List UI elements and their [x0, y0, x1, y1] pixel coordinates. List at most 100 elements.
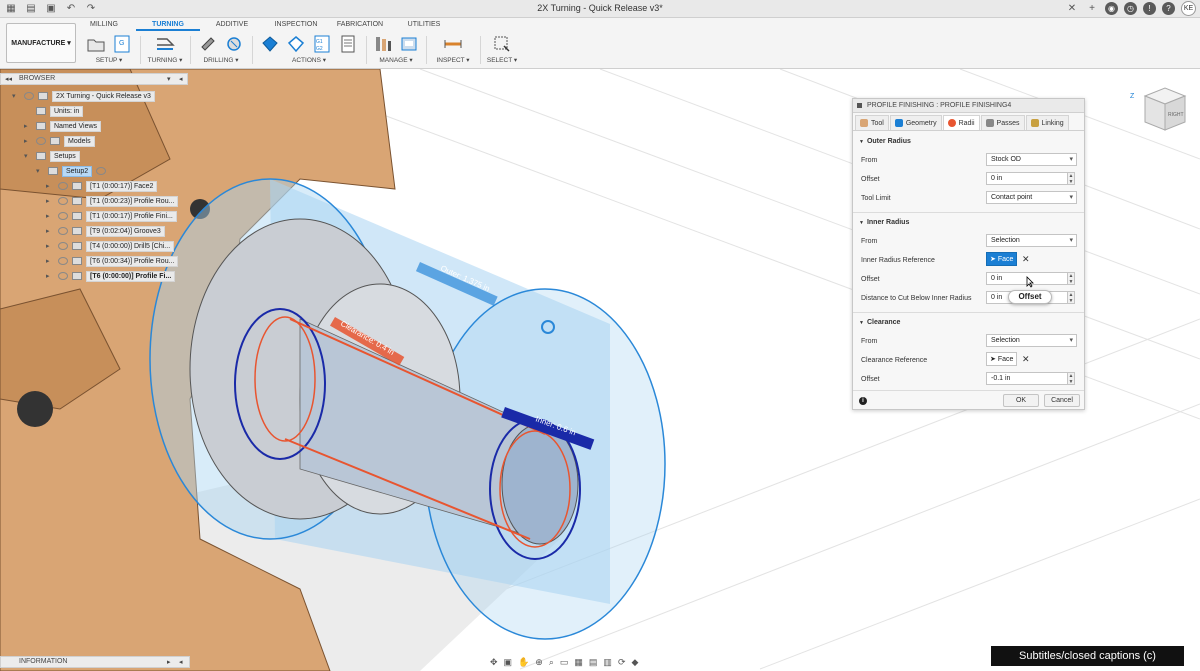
- tree-operation-label[interactable]: [T4 (0:00:00)] Drill5 [Chi...: [86, 240, 175, 252]
- shaft-end[interactable]: [501, 423, 579, 545]
- folder-icon[interactable]: [86, 34, 106, 54]
- effects-icon[interactable]: ◆: [631, 657, 638, 668]
- viewports-icon[interactable]: ▤: [589, 657, 598, 668]
- browser-pin-icon[interactable]: ▾: [167, 75, 171, 83]
- turning-group-label[interactable]: TURNING ▾: [144, 56, 186, 64]
- tree-models[interactable]: ▸ Models: [24, 135, 95, 147]
- tree-operation[interactable]: ▸ [T6 (0:00:00)] Profile Fi...: [46, 270, 176, 282]
- nc-program-icon[interactable]: G: [112, 34, 132, 54]
- tree-units-label[interactable]: Units: in: [50, 105, 84, 117]
- visibility-eye-icon[interactable]: [36, 137, 46, 145]
- new-tab-icon[interactable]: +: [1085, 2, 1099, 16]
- dialog-tab-radii[interactable]: Radii: [942, 115, 980, 130]
- expand-arrow-icon[interactable]: ▾: [36, 167, 44, 175]
- tree-setup2[interactable]: ▾ Setup2: [36, 165, 107, 177]
- actions-group-label[interactable]: ACTIONS ▾: [256, 56, 362, 64]
- tree-named-views-label[interactable]: Named Views: [50, 120, 102, 132]
- setup-group-label[interactable]: SETUP ▾: [82, 56, 136, 64]
- manage-group-label[interactable]: MANAGE ▾: [370, 56, 422, 64]
- expand-arrow-icon[interactable]: ▸: [46, 212, 54, 220]
- clear-selection-icon[interactable]: ✕: [1022, 354, 1030, 365]
- dialog-tab-geometry[interactable]: Geometry: [889, 115, 942, 130]
- orbit-icon[interactable]: ✥: [490, 657, 498, 668]
- tree-operation-label[interactable]: [T1 (0:00:17)] Face2: [86, 180, 158, 192]
- visibility-eye-icon[interactable]: [24, 92, 34, 100]
- tab-additive[interactable]: ADDITIVE: [200, 19, 264, 31]
- tree-operation-label[interactable]: [T6 (0:00:00)] Profile Fi...: [86, 270, 176, 282]
- clearance-offset-stepper[interactable]: ▲ ▼: [1067, 372, 1075, 385]
- visibility-eye-icon[interactable]: [58, 227, 68, 235]
- tab-turning[interactable]: TURNING: [136, 19, 200, 31]
- post-process-icon[interactable]: G1 G2: [312, 34, 332, 54]
- info-icon[interactable]: i: [859, 397, 867, 405]
- refresh-icon[interactable]: ⟳: [618, 657, 626, 668]
- tree-operation-label[interactable]: [T1 (0:00:17)] Profile Fini...: [86, 210, 177, 222]
- turning-profile-icon[interactable]: [155, 34, 175, 54]
- view-cube[interactable]: Z RIGHT: [1130, 86, 1190, 136]
- setup-sheet-icon[interactable]: [338, 34, 358, 54]
- tab-milling[interactable]: MILLING: [72, 19, 136, 31]
- tool-library-icon[interactable]: [373, 34, 393, 54]
- look-at-icon[interactable]: ▣: [504, 657, 513, 668]
- tool-limit-select[interactable]: Contact point: [986, 191, 1077, 204]
- drill-icon[interactable]: [198, 34, 218, 54]
- clearance-offset-input[interactable]: -0.1 in: [986, 372, 1068, 385]
- expand-arrow-icon[interactable]: ▾: [12, 92, 20, 100]
- tree-models-label[interactable]: Models: [64, 135, 95, 147]
- clearance-reference-face-button[interactable]: ➤ Face: [986, 352, 1017, 366]
- visibility-eye-icon[interactable]: [58, 212, 68, 220]
- info-pin-icon[interactable]: ▸: [167, 658, 171, 666]
- outer-from-select[interactable]: Stock OD: [986, 153, 1077, 166]
- grid-settings-icon[interactable]: ▦: [574, 657, 583, 668]
- tree-operation-label[interactable]: [T6 (0:00:34)] Profile Rou...: [86, 255, 179, 267]
- drilling-group-label[interactable]: DRILLING ▾: [194, 56, 248, 64]
- expand-arrow-icon[interactable]: ▾: [24, 152, 32, 160]
- notifications-icon[interactable]: !: [1143, 2, 1156, 15]
- dialog-tab-passes[interactable]: Passes: [980, 115, 1025, 130]
- inner-offset-stepper[interactable]: ▲ ▼: [1067, 272, 1075, 285]
- clear-selection-icon[interactable]: ✕: [1022, 254, 1030, 265]
- tab-utilities[interactable]: UTILITIES: [392, 19, 456, 31]
- extensions-icon[interactable]: ◉: [1105, 2, 1118, 15]
- job-status-icon[interactable]: ◷: [1124, 2, 1137, 15]
- visibility-eye-icon[interactable]: [58, 257, 68, 265]
- clearance-from-select[interactable]: Selection: [986, 334, 1077, 347]
- user-avatar[interactable]: KE: [1181, 1, 1196, 16]
- inner-from-select[interactable]: Selection: [986, 234, 1077, 247]
- inner-reference-face-button[interactable]: ➤ Face: [986, 252, 1017, 266]
- collapse-icon[interactable]: ◂◂: [5, 75, 12, 83]
- camera-icon[interactable]: ▥: [603, 657, 612, 668]
- tree-operation[interactable]: ▸ [T6 (0:00:34)] Profile Rou...: [46, 255, 179, 267]
- tab-inspection[interactable]: INSPECTION: [264, 19, 328, 31]
- tree-operation[interactable]: ▸ [T1 (0:00:23)] Profile Rou...: [46, 195, 179, 207]
- workspace-switcher[interactable]: MANUFACTURE ▾: [6, 23, 76, 63]
- measure-icon[interactable]: [443, 34, 463, 54]
- browser-options-icon[interactable]: ◂: [179, 75, 183, 83]
- visibility-eye-icon[interactable]: [58, 242, 68, 250]
- visibility-eye-icon[interactable]: [58, 182, 68, 190]
- tree-operation[interactable]: ▸ [T4 (0:00:00)] Drill5 [Chi...: [46, 240, 175, 252]
- machine-library-icon[interactable]: [399, 34, 419, 54]
- expand-arrow-icon[interactable]: ▸: [24, 122, 32, 130]
- simulate-stock-icon[interactable]: [286, 34, 306, 54]
- tab-fabrication[interactable]: FABRICATION: [328, 19, 392, 31]
- tree-units[interactable]: Units: in: [36, 105, 84, 117]
- inner-radius-heading[interactable]: Inner Radius: [859, 219, 909, 226]
- tree-root[interactable]: ▾ 2X Turning - Quick Release v3: [12, 90, 155, 102]
- tree-setups-label[interactable]: Setups: [50, 150, 80, 162]
- visibility-eye-icon[interactable]: [58, 272, 68, 280]
- clearance-heading[interactable]: Clearance: [859, 319, 900, 326]
- dialog-tab-tool[interactable]: Tool: [855, 115, 889, 130]
- tree-operation[interactable]: ▸ [T9 (0:02:04)] Groove3: [46, 225, 165, 237]
- expand-arrow-icon[interactable]: ▸: [46, 197, 54, 205]
- tree-operation[interactable]: ▸ [T1 (0:00:17)] Profile Fini...: [46, 210, 177, 222]
- outer-offset-input[interactable]: 0 in: [986, 172, 1068, 185]
- select-group-label[interactable]: SELECT ▾: [484, 56, 520, 64]
- expand-arrow-icon[interactable]: ▸: [46, 182, 54, 190]
- dialog-tab-linking[interactable]: Linking: [1025, 115, 1069, 130]
- ok-button[interactable]: OK: [1003, 394, 1039, 407]
- select-window-icon[interactable]: [492, 34, 512, 54]
- display-settings-icon[interactable]: ▭: [560, 657, 569, 668]
- help-icon[interactable]: ?: [1162, 2, 1175, 15]
- expand-arrow-icon[interactable]: ▸: [24, 137, 32, 145]
